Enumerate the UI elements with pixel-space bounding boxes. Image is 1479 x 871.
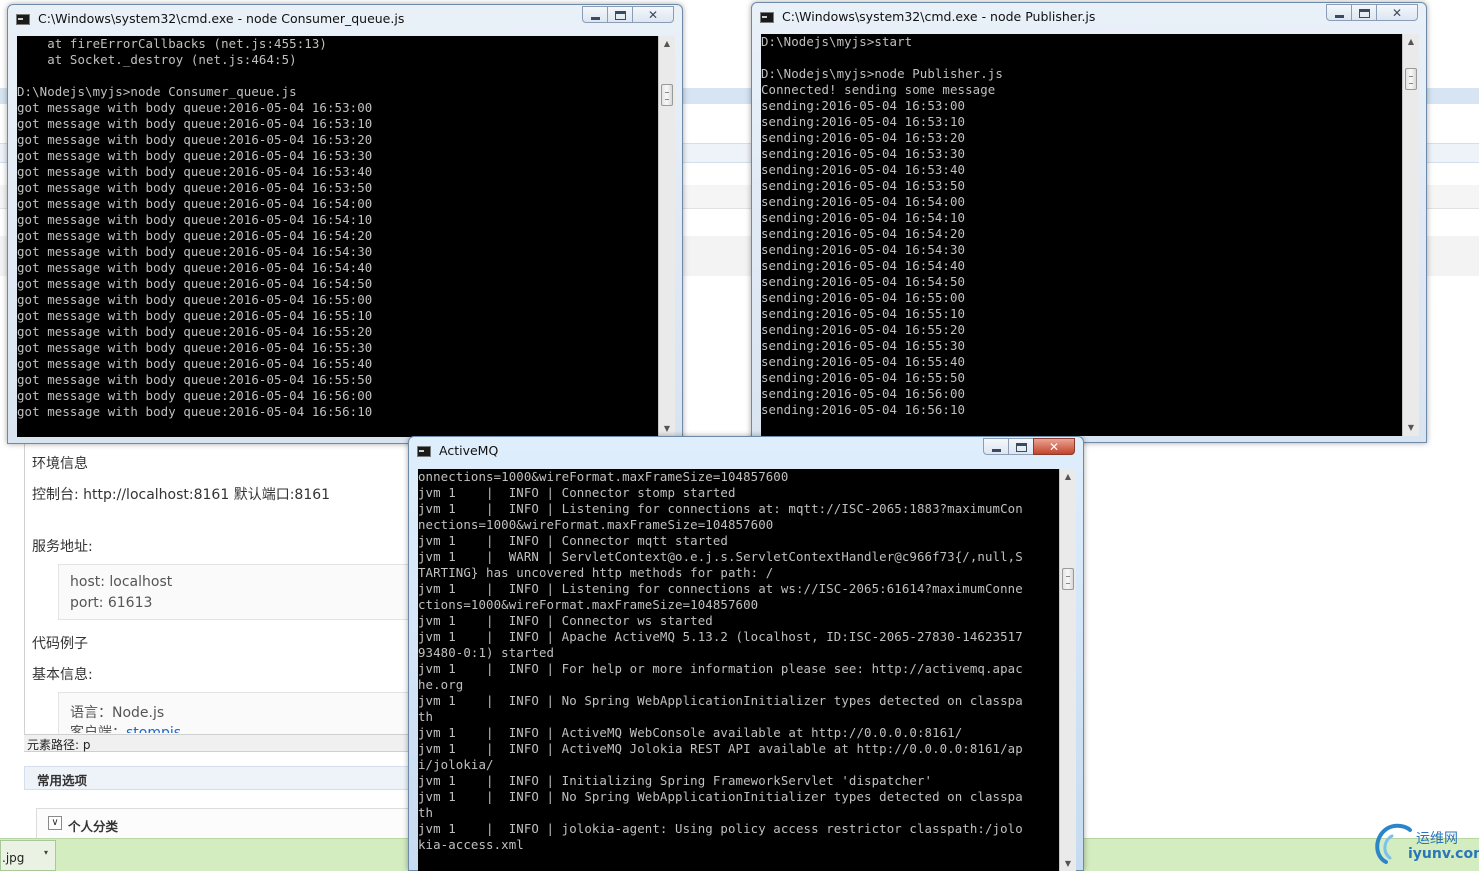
- activemq-cmd-window[interactable]: ActiveMQ ✕ onnections=1000&wireFormat.ma…: [408, 436, 1084, 871]
- close-icon: ✕: [1391, 6, 1403, 20]
- client-prefix: 客户端：: [70, 725, 126, 733]
- scroll-up-icon[interactable]: ▲: [1060, 469, 1076, 485]
- publisher-console-text: D:\Nodejs\myjs>start D:\Nodejs\myjs>node…: [761, 34, 1003, 417]
- scroll-down-icon[interactable]: ▼: [1060, 856, 1076, 871]
- language-line: 语言：Node.js: [70, 705, 165, 721]
- consumer-console-text: at fireErrorCallbacks (net.js:455:13) at…: [17, 36, 373, 419]
- maximize-icon: [615, 11, 626, 20]
- consumer-window-title: C:\Windows\system32\cmd.exe - node Consu…: [38, 11, 405, 26]
- consumer-scrollbar[interactable]: ▲ ▼: [658, 36, 675, 437]
- minimize-icon: [992, 449, 1001, 452]
- code-heading: 代码例子: [32, 636, 88, 652]
- minimize-icon: [1335, 15, 1344, 18]
- activemq-scrollbar[interactable]: ▲ ▼: [1059, 469, 1076, 871]
- scroll-up-icon[interactable]: ▲: [1403, 34, 1419, 50]
- scroll-down-icon[interactable]: ▼: [1403, 420, 1419, 436]
- client-link[interactable]: stompjs: [126, 725, 181, 733]
- env-heading: 环境信息: [32, 456, 88, 472]
- watermark-text-bottom: iyunv.com: [1408, 846, 1479, 862]
- iyunv-watermark: 运维网 iyunv.com: [1372, 822, 1479, 868]
- scroll-down-icon[interactable]: ▼: [659, 421, 675, 437]
- client-line: 客户端：stompjs: [70, 722, 181, 733]
- download-filename: .jpg: [2, 851, 25, 865]
- scroll-thumb[interactable]: [1405, 68, 1417, 90]
- consumer-console-output[interactable]: at fireErrorCallbacks (net.js:455:13) at…: [17, 36, 658, 437]
- close-button[interactable]: ✕: [632, 6, 674, 23]
- cmd-icon: [16, 14, 30, 25]
- activemq-window-title: ActiveMQ: [439, 443, 499, 458]
- maximize-button[interactable]: [607, 6, 633, 23]
- scroll-thumb[interactable]: [661, 84, 673, 106]
- activemq-console-text: onnections=1000&wireFormat.maxFrameSize=…: [418, 469, 1023, 852]
- publisher-window-title: C:\Windows\system32\cmd.exe - node Publi…: [782, 9, 1096, 24]
- maximize-icon: [1359, 9, 1370, 18]
- watermark-text-top: 运维网: [1416, 831, 1458, 847]
- window-controls: ✕: [1326, 4, 1418, 22]
- download-dropdown-icon[interactable]: ▾: [44, 848, 48, 857]
- publisher-cmd-window[interactable]: C:\Windows\system32\cmd.exe - node Publi…: [751, 2, 1427, 443]
- element-path: 元素路径: p: [27, 738, 91, 752]
- close-button[interactable]: ✕: [1376, 4, 1418, 21]
- maximize-button[interactable]: [1008, 438, 1034, 455]
- consumer-titlebar[interactable]: C:\Windows\system32\cmd.exe - node Consu…: [8, 5, 682, 33]
- common-options-label: 常用选项: [37, 773, 88, 788]
- publisher-titlebar[interactable]: C:\Windows\system32\cmd.exe - node Publi…: [752, 3, 1426, 31]
- close-icon: ✕: [647, 8, 659, 22]
- cmd-icon: [760, 12, 774, 23]
- maximize-icon: [1016, 443, 1027, 452]
- maximize-button[interactable]: [1351, 4, 1377, 21]
- personal-category-label[interactable]: 个人分类: [68, 816, 118, 835]
- minimize-button[interactable]: [1326, 4, 1352, 21]
- minimize-icon: [591, 17, 600, 20]
- activemq-titlebar[interactable]: ActiveMQ ✕: [409, 437, 1083, 465]
- service-heading: 服务地址:: [32, 539, 93, 555]
- minimize-button[interactable]: [983, 438, 1009, 455]
- close-button[interactable]: ✕: [1033, 438, 1075, 455]
- port-line: port: 61613: [70, 595, 153, 611]
- host-line: host: localhost: [70, 574, 173, 590]
- close-icon: ✕: [1048, 440, 1060, 454]
- scroll-up-icon[interactable]: ▲: [659, 36, 675, 52]
- publisher-console-output[interactable]: D:\Nodejs\myjs>start D:\Nodejs\myjs>node…: [761, 34, 1402, 436]
- window-controls: ✕: [582, 6, 674, 24]
- minimize-button[interactable]: [582, 6, 608, 23]
- basic-info-heading: 基本信息:: [32, 667, 93, 683]
- chevron-down-icon[interactable]: ∨: [48, 816, 62, 830]
- publisher-scrollbar[interactable]: ▲ ▼: [1402, 34, 1419, 436]
- console-url-line: 控制台: http://localhost:8161 默认端口:8161: [32, 487, 331, 503]
- activemq-console-output[interactable]: onnections=1000&wireFormat.maxFrameSize=…: [418, 469, 1059, 871]
- cmd-icon: [417, 446, 431, 457]
- consumer-cmd-window[interactable]: C:\Windows\system32\cmd.exe - node Consu…: [7, 4, 683, 444]
- scroll-thumb[interactable]: [1062, 568, 1074, 590]
- service-code-box: [58, 564, 418, 620]
- window-controls: ✕: [983, 438, 1075, 456]
